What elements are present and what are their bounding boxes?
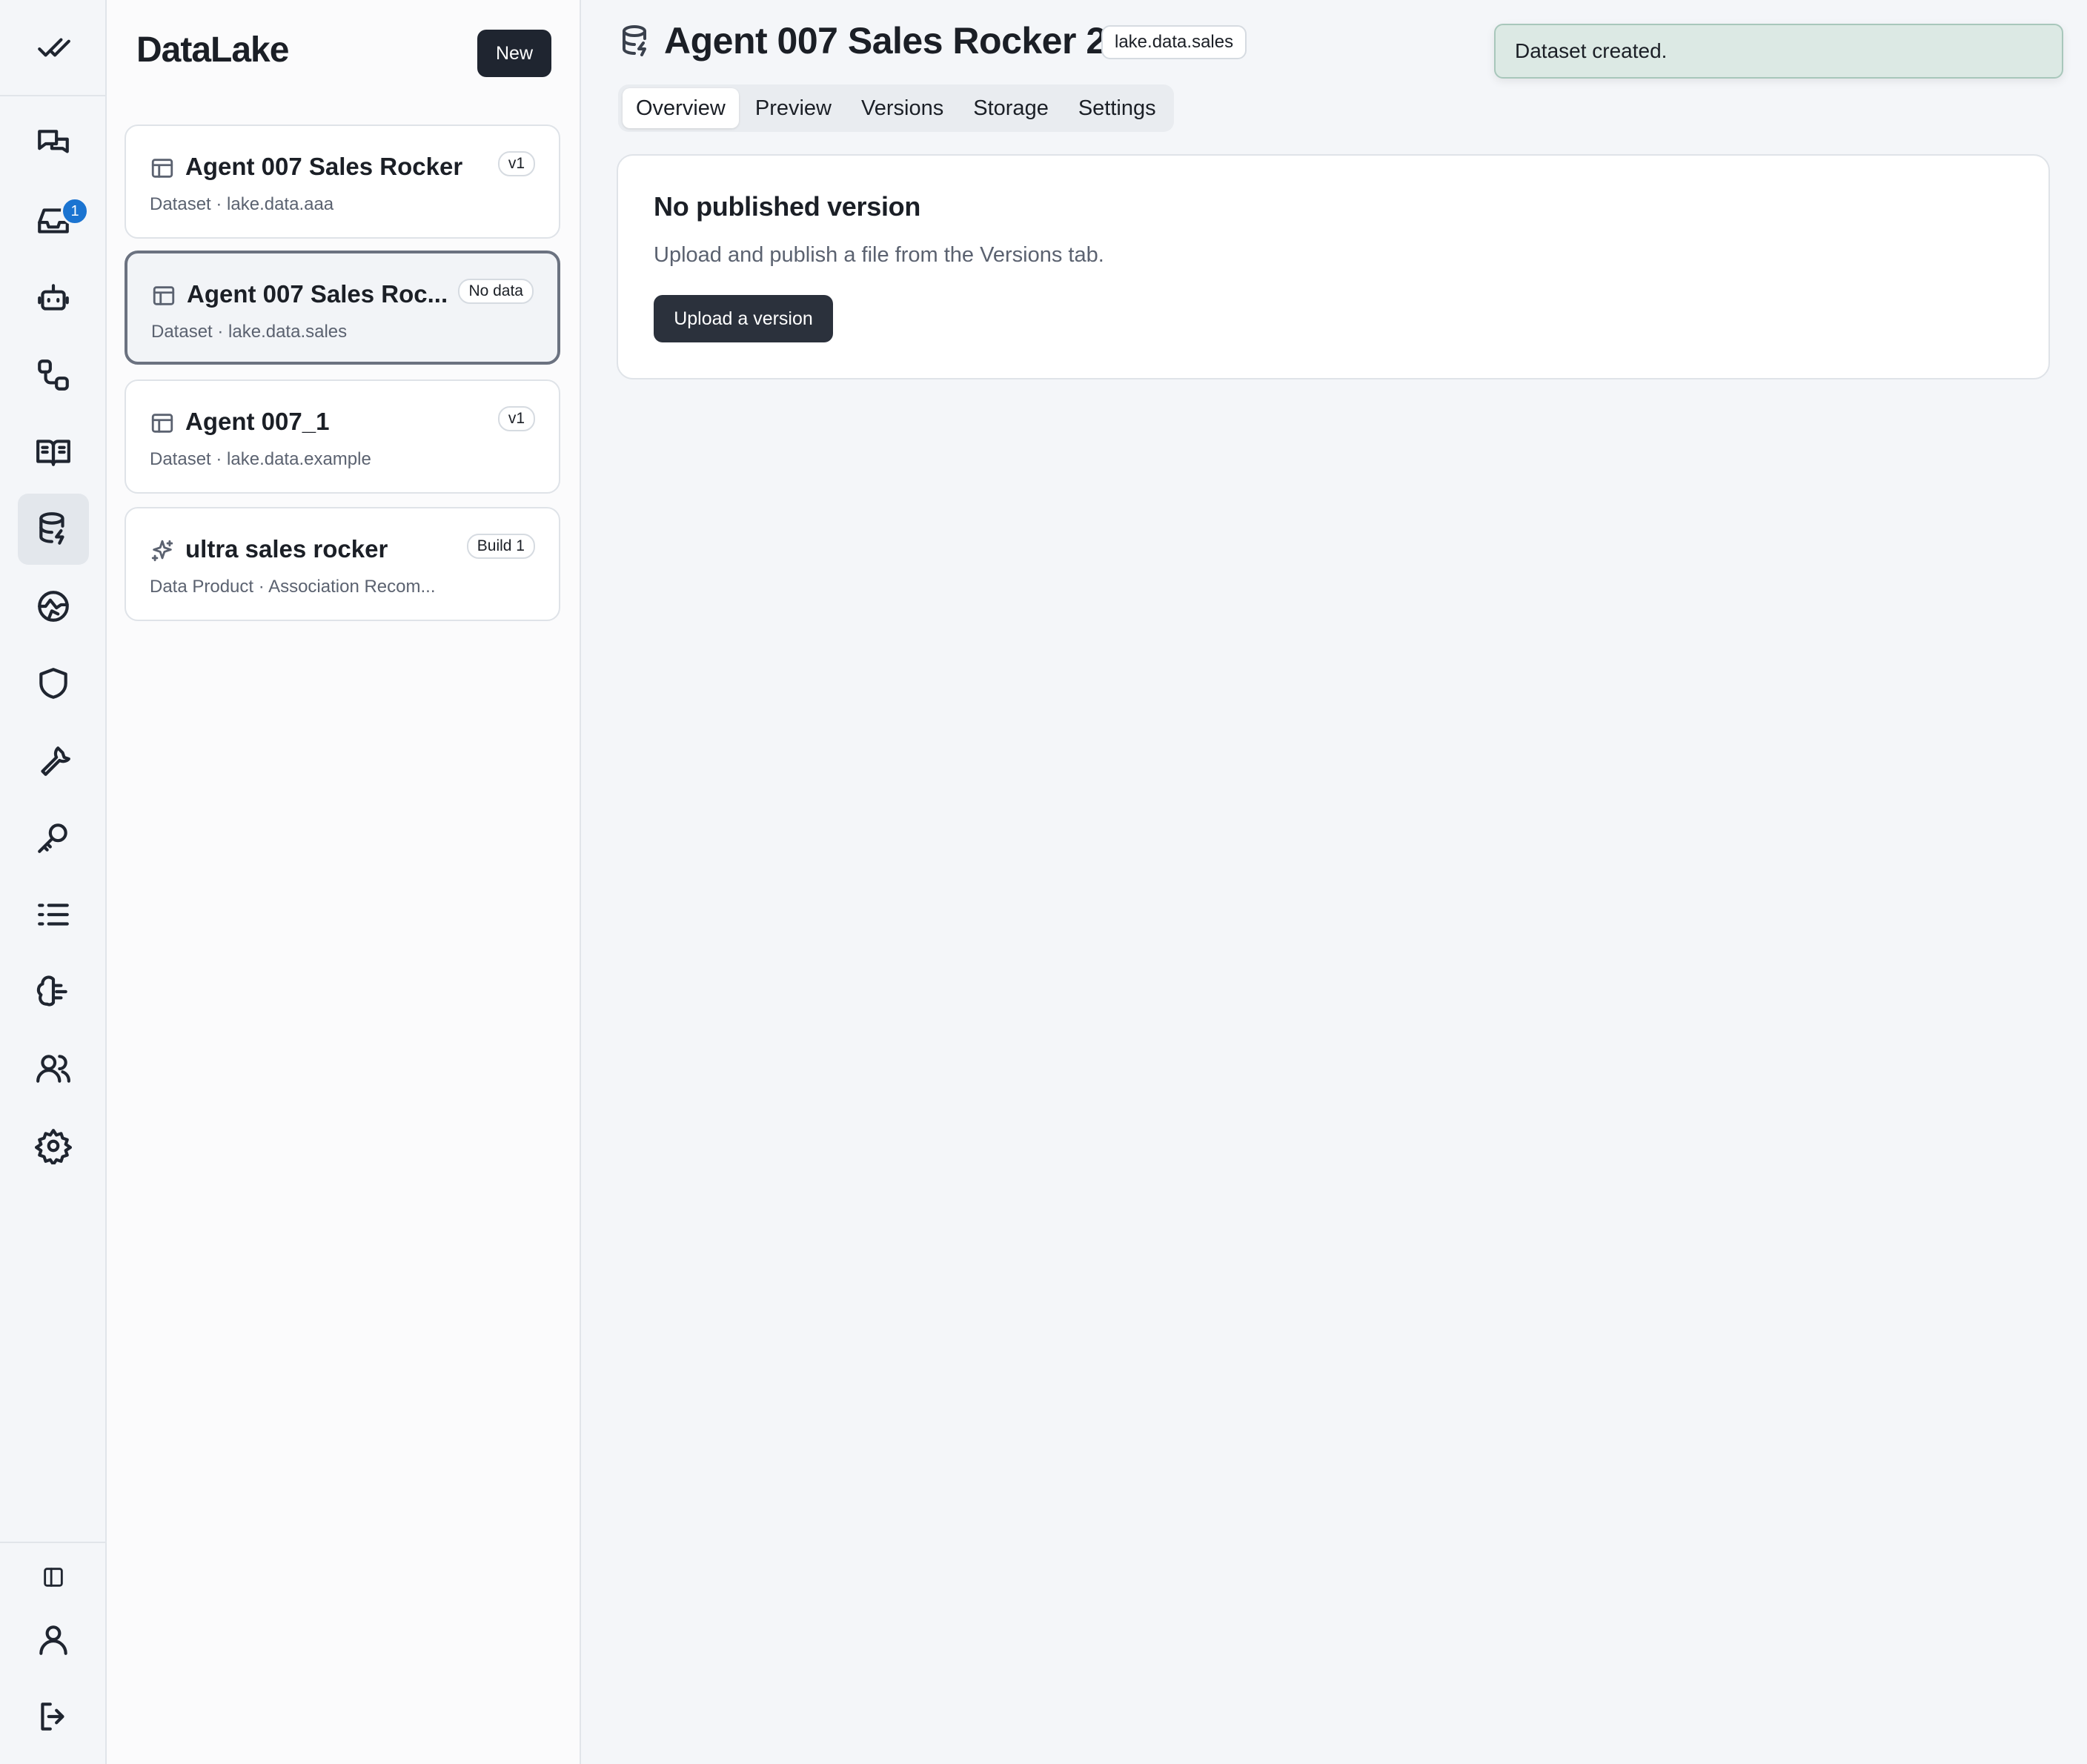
tab-versions[interactable]: Versions [848,88,957,128]
database-icon[interactable] [18,494,89,565]
book-icon[interactable] [18,417,89,488]
wrench-icon[interactable] [18,725,89,796]
rail-top [0,0,105,96]
tab-overview[interactable]: Overview [623,88,739,128]
empty-state-title: No published version [654,191,921,222]
empty-state-card: No published version Upload and publish … [617,154,2050,379]
inbox-badge: 1 [61,197,89,225]
table-icon [151,283,176,308]
tab-preview[interactable]: Preview [742,88,845,128]
list-item-subtitle: Data Product · Association Recom... [150,577,436,597]
list-item-title: Agent 007_1 [185,408,330,435]
table-icon [150,411,175,436]
list-item-subtitle: Dataset · lake.data.sales [151,322,348,342]
brain-icon[interactable] [18,956,89,1027]
list-item-title: ultra sales rocker [185,535,388,563]
list-item[interactable]: Agent 007_1 Dataset · lake.data.example … [125,379,560,494]
version-badge: v1 [497,151,535,176]
tab-settings[interactable]: Settings [1065,88,1169,128]
list-item[interactable]: Agent 007 Sales Rocker Dataset · lake.da… [125,125,560,239]
version-badge: v1 [497,406,535,431]
chat-icon[interactable] [18,108,89,179]
shield-icon[interactable] [18,648,89,719]
new-button[interactable]: New [477,30,551,77]
success-toast[interactable]: Dataset created. [1494,24,2063,79]
upload-version-button[interactable]: Upload a version [654,295,833,342]
gear-icon[interactable] [18,1110,89,1181]
empty-state-description: Upload and publish a file from the Versi… [654,243,1104,267]
bot-icon[interactable] [18,262,89,334]
list-item-subtitle: Dataset · lake.data.aaa [150,194,334,214]
list-item-subtitle: Dataset · lake.data.example [150,449,371,469]
list-item-title: Agent 007 Sales Rocker [185,153,463,180]
app-title: DataLake [136,30,289,70]
globe-icon[interactable] [18,571,89,642]
table-icon [150,156,175,181]
main-content: Agent 007 Sales Rocker 2 lake.data.sales… [581,0,2087,1764]
icon-rail: 1 [0,0,107,1764]
list-item[interactable]: Agent 007 Sales Roc... Dataset · lake.da… [125,251,560,365]
inbox-icon[interactable]: 1 [18,185,89,256]
sidebar-toggle-icon[interactable] [18,1542,89,1613]
dataset-list-panel: DataLake New Agent 007 Sales Rocker Data… [107,0,581,1764]
build-badge: Build 1 [466,534,535,559]
database-icon [618,24,654,59]
logout-icon[interactable] [18,1681,89,1752]
tab-storage[interactable]: Storage [960,88,1062,128]
sparkle-icon [150,538,175,563]
workflow-icon[interactable] [18,339,89,411]
namespace-badge: lake.data.sales [1101,25,1247,59]
page-title: Agent 007 Sales Rocker 2 [664,20,1106,62]
user-icon[interactable] [18,1604,89,1675]
list-item[interactable]: ultra sales rocker Data Product · Associ… [125,507,560,621]
check-all-icon[interactable] [18,12,89,83]
list-item-title: Agent 007 Sales Roc... [187,280,448,308]
status-badge: No data [458,279,534,304]
tab-bar: Overview Preview Versions Storage Settin… [618,84,1174,132]
users-icon[interactable] [18,1033,89,1104]
list-icon[interactable] [18,879,89,950]
key-icon[interactable] [18,802,89,873]
